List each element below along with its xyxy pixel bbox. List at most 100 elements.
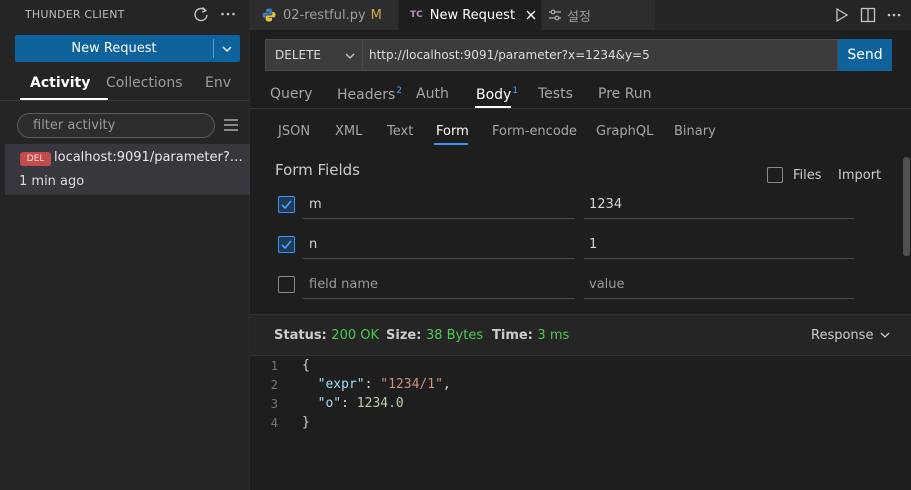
new-request-label: New Request <box>71 41 157 56</box>
json-key: "o" <box>317 396 342 411</box>
body-tab-form-encode[interactable]: Form-encode <box>492 124 577 139</box>
count-badge: 1 <box>512 86 519 96</box>
line-number: 3 <box>270 397 278 411</box>
editor-tab-label: 설정 <box>567 9 591 25</box>
field-name-input[interactable]: m <box>309 197 322 212</box>
status-value: 200 OK <box>331 328 379 343</box>
thunder-client-icon: TC <box>410 10 423 20</box>
tab-collections[interactable]: Collections <box>106 75 183 95</box>
body-tab-xml[interactable]: XML <box>335 124 362 139</box>
field-value-placeholder[interactable]: value <box>589 277 625 292</box>
python-icon <box>261 7 277 23</box>
json-brace: { <box>302 358 310 373</box>
modified-indicator: M <box>370 7 382 23</box>
tab-headers[interactable]: Headers2 <box>337 86 402 103</box>
input-underline <box>303 218 575 219</box>
tab-label: Pre Run <box>598 86 652 102</box>
history-time: 1 min ago <box>19 174 85 189</box>
more-actions-icon[interactable] <box>886 6 902 24</box>
json-string: "1234/1" <box>380 377 443 392</box>
editor-tab-bar: 02-restful.py M TC New Request 설정 <box>250 0 911 30</box>
size-value: 38 Bytes <box>425 328 484 343</box>
refresh-icon[interactable] <box>192 5 210 23</box>
body-tab-binary[interactable]: Binary <box>674 124 716 139</box>
editor-tab-new-request[interactable]: TC New Request <box>399 0 541 30</box>
editor-tab-label: New Request <box>429 7 516 23</box>
field-value-input[interactable]: 1 <box>589 237 597 252</box>
status-info: Status: 200 OK <box>274 328 379 343</box>
json-number: 1234.0 <box>356 396 404 411</box>
close-icon[interactable] <box>525 9 537 21</box>
editor-tab-settings[interactable]: 설정 <box>542 0 655 30</box>
field-value-input[interactable]: 1234 <box>589 197 622 212</box>
status-label: Status: <box>274 328 327 343</box>
body-tab-graphql[interactable]: GraphQL <box>596 124 653 139</box>
tab-auth[interactable]: Auth <box>416 86 449 102</box>
tab-pre-run[interactable]: Pre Run <box>598 86 652 102</box>
method-value: DELETE <box>275 48 322 62</box>
divider <box>250 108 911 109</box>
size-label: Size: <box>386 328 422 343</box>
tab-activity[interactable]: Activity <box>30 75 90 95</box>
chevron-down-icon <box>344 50 356 62</box>
history-url: localhost:9091/parameter?nu... <box>54 150 244 165</box>
input-underline <box>584 298 854 299</box>
method-select[interactable]: DELETE <box>265 39 363 71</box>
run-icon[interactable] <box>834 6 850 24</box>
code-line: "expr": "1234/1", <box>317 377 451 392</box>
field-enabled-checkbox[interactable] <box>278 276 295 293</box>
chevron-down-icon <box>222 46 232 52</box>
split-editor-icon[interactable] <box>860 6 876 24</box>
thunder-client-sidebar: THUNDER CLIENT New Request Activity Coll… <box>0 0 250 490</box>
method-badge: DEL <box>20 152 51 166</box>
response-status-bar: Status: 200 OK Size: 38 Bytes Time: 3 ms… <box>250 314 911 356</box>
size-info: Size: 38 Bytes <box>386 328 483 343</box>
field-enabled-checkbox[interactable] <box>278 236 295 253</box>
input-underline <box>584 258 854 259</box>
input-underline <box>584 218 854 219</box>
editor-tab-restful-py[interactable]: 02-restful.py M <box>250 0 398 30</box>
body-tab-text[interactable]: Text <box>387 124 413 139</box>
form-fields-title: Form Fields <box>275 161 360 179</box>
chevron-down-icon[interactable] <box>879 329 891 341</box>
tab-label: Auth <box>416 86 449 102</box>
count-badge: 2 <box>396 86 403 96</box>
history-item[interactable]: DEL localhost:9091/parameter?nu... 1 min… <box>5 144 250 195</box>
new-request-dropdown[interactable] <box>214 35 240 62</box>
checkmark-icon <box>281 200 292 210</box>
import-link[interactable]: Import <box>838 168 881 183</box>
body-tab-form[interactable]: Form <box>436 124 469 139</box>
line-number: 1 <box>270 359 278 373</box>
tab-env[interactable]: Env <box>205 75 231 95</box>
divider <box>0 100 249 101</box>
files-checkbox[interactable] <box>767 167 783 183</box>
sidebar-title: THUNDER CLIENT <box>25 8 125 21</box>
tab-query[interactable]: Query <box>270 86 313 102</box>
field-name-input[interactable]: n <box>309 237 317 252</box>
more-actions-icon[interactable] <box>219 5 237 23</box>
field-enabled-checkbox[interactable] <box>278 196 295 213</box>
tab-body[interactable]: Body1 <box>476 86 518 103</box>
code-line: } <box>302 415 310 430</box>
body-tab-json[interactable]: JSON <box>278 124 310 139</box>
checkmark-icon <box>281 240 292 250</box>
tab-label: Body <box>476 87 512 103</box>
time-value: 3 ms <box>537 328 570 343</box>
filter-activity-input[interactable]: filter activity <box>17 113 215 138</box>
response-view-dropdown[interactable]: Response <box>811 328 873 343</box>
url-input[interactable]: http://localhost:9091/parameter?x=1234&y… <box>363 39 838 71</box>
editor-tab-label: 02-restful.py <box>283 7 366 23</box>
url-value: http://localhost:9091/parameter?x=1234&y… <box>369 48 650 62</box>
new-request-button[interactable]: New Request <box>15 35 240 62</box>
time-info: Time: 3 ms <box>492 328 569 343</box>
scrollbar[interactable] <box>903 157 910 256</box>
line-number: 4 <box>270 416 278 430</box>
settings-sliders-icon <box>548 8 562 22</box>
files-label: Files <box>793 168 822 183</box>
tab-tests[interactable]: Tests <box>538 86 573 102</box>
line-number: 2 <box>270 378 278 392</box>
menu-icon[interactable] <box>222 117 240 133</box>
tab-label: Query <box>270 86 313 102</box>
send-button[interactable]: Send <box>838 39 892 71</box>
field-name-placeholder[interactable]: field name <box>309 277 378 292</box>
